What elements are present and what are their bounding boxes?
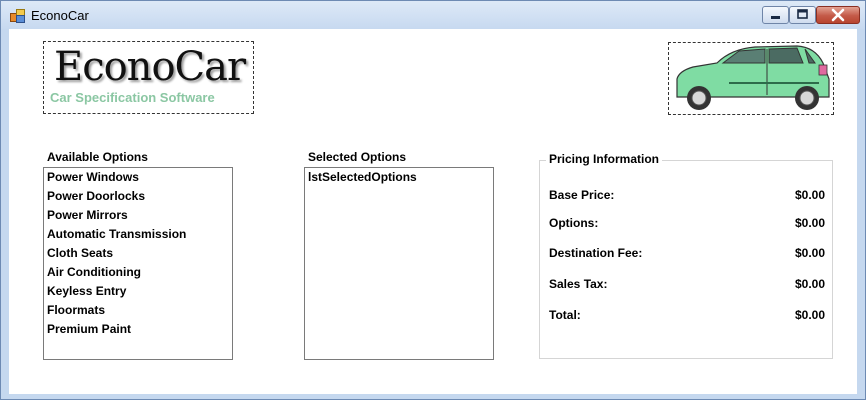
list-item[interactable]: Power Windows bbox=[44, 168, 232, 187]
list-item[interactable]: Power Doorlocks bbox=[44, 187, 232, 206]
car-picturebox bbox=[668, 42, 834, 115]
total-row: Total: $0.00 bbox=[549, 308, 825, 326]
minimize-icon bbox=[771, 16, 780, 19]
options-label: Options: bbox=[549, 216, 599, 230]
list-item[interactable]: Automatic Transmission bbox=[44, 225, 232, 244]
app-window: EconoCar EconoCar Car Specification Soft… bbox=[0, 0, 866, 400]
maximize-button[interactable] bbox=[789, 6, 816, 24]
list-item[interactable]: Power Mirrors bbox=[44, 206, 232, 225]
list-item[interactable]: Keyless Entry bbox=[44, 282, 232, 301]
total-value: $0.00 bbox=[794, 308, 825, 322]
list-item[interactable]: lstSelectedOptions bbox=[305, 168, 493, 187]
destination-fee-label: Destination Fee: bbox=[549, 246, 643, 260]
total-label: Total: bbox=[549, 308, 581, 322]
sales-tax-row: Sales Tax: $0.00 bbox=[549, 277, 825, 295]
pricing-groupbox: Pricing Information Base Price: $0.00 Op… bbox=[539, 152, 833, 359]
logo-picturebox: EconoCar Car Specification Software bbox=[43, 41, 254, 114]
close-button[interactable] bbox=[816, 6, 860, 24]
base-price-label: Base Price: bbox=[549, 188, 615, 202]
base-price-value: $0.00 bbox=[794, 188, 825, 202]
close-icon bbox=[831, 8, 845, 22]
destination-fee-row: Destination Fee: $0.00 bbox=[549, 246, 825, 264]
list-item[interactable]: Floormats bbox=[44, 301, 232, 320]
destination-fee-value: $0.00 bbox=[794, 246, 825, 260]
list-item[interactable]: Air Conditioning bbox=[44, 263, 232, 282]
form-client-area: EconoCar Car Specification Software Avai… bbox=[9, 29, 857, 394]
logo-subtitle: Car Specification Software bbox=[50, 90, 215, 105]
sales-tax-label: Sales Tax: bbox=[549, 277, 608, 291]
app-icon[interactable] bbox=[10, 9, 26, 23]
list-item[interactable]: Cloth Seats bbox=[44, 244, 232, 263]
pricing-title: Pricing Information bbox=[546, 152, 663, 166]
maximize-icon bbox=[797, 9, 808, 19]
selected-options-listbox[interactable]: lstSelectedOptions bbox=[304, 167, 494, 360]
options-row: Options: $0.00 bbox=[549, 216, 825, 234]
window-title: EconoCar bbox=[31, 8, 89, 23]
base-price-row: Base Price: $0.00 bbox=[549, 188, 825, 206]
selected-options-label: Selected Options bbox=[308, 150, 407, 164]
list-item[interactable]: Premium Paint bbox=[44, 320, 232, 339]
sales-tax-value: $0.00 bbox=[794, 277, 825, 291]
logo-title: EconoCar bbox=[54, 44, 246, 90]
title-bar[interactable]: EconoCar bbox=[1, 1, 865, 29]
available-options-label: Available Options bbox=[47, 150, 148, 164]
car-image bbox=[676, 45, 830, 110]
available-options-listbox[interactable]: Power Windows Power Doorlocks Power Mirr… bbox=[43, 167, 233, 360]
minimize-button[interactable] bbox=[762, 6, 789, 24]
options-value: $0.00 bbox=[794, 216, 825, 230]
